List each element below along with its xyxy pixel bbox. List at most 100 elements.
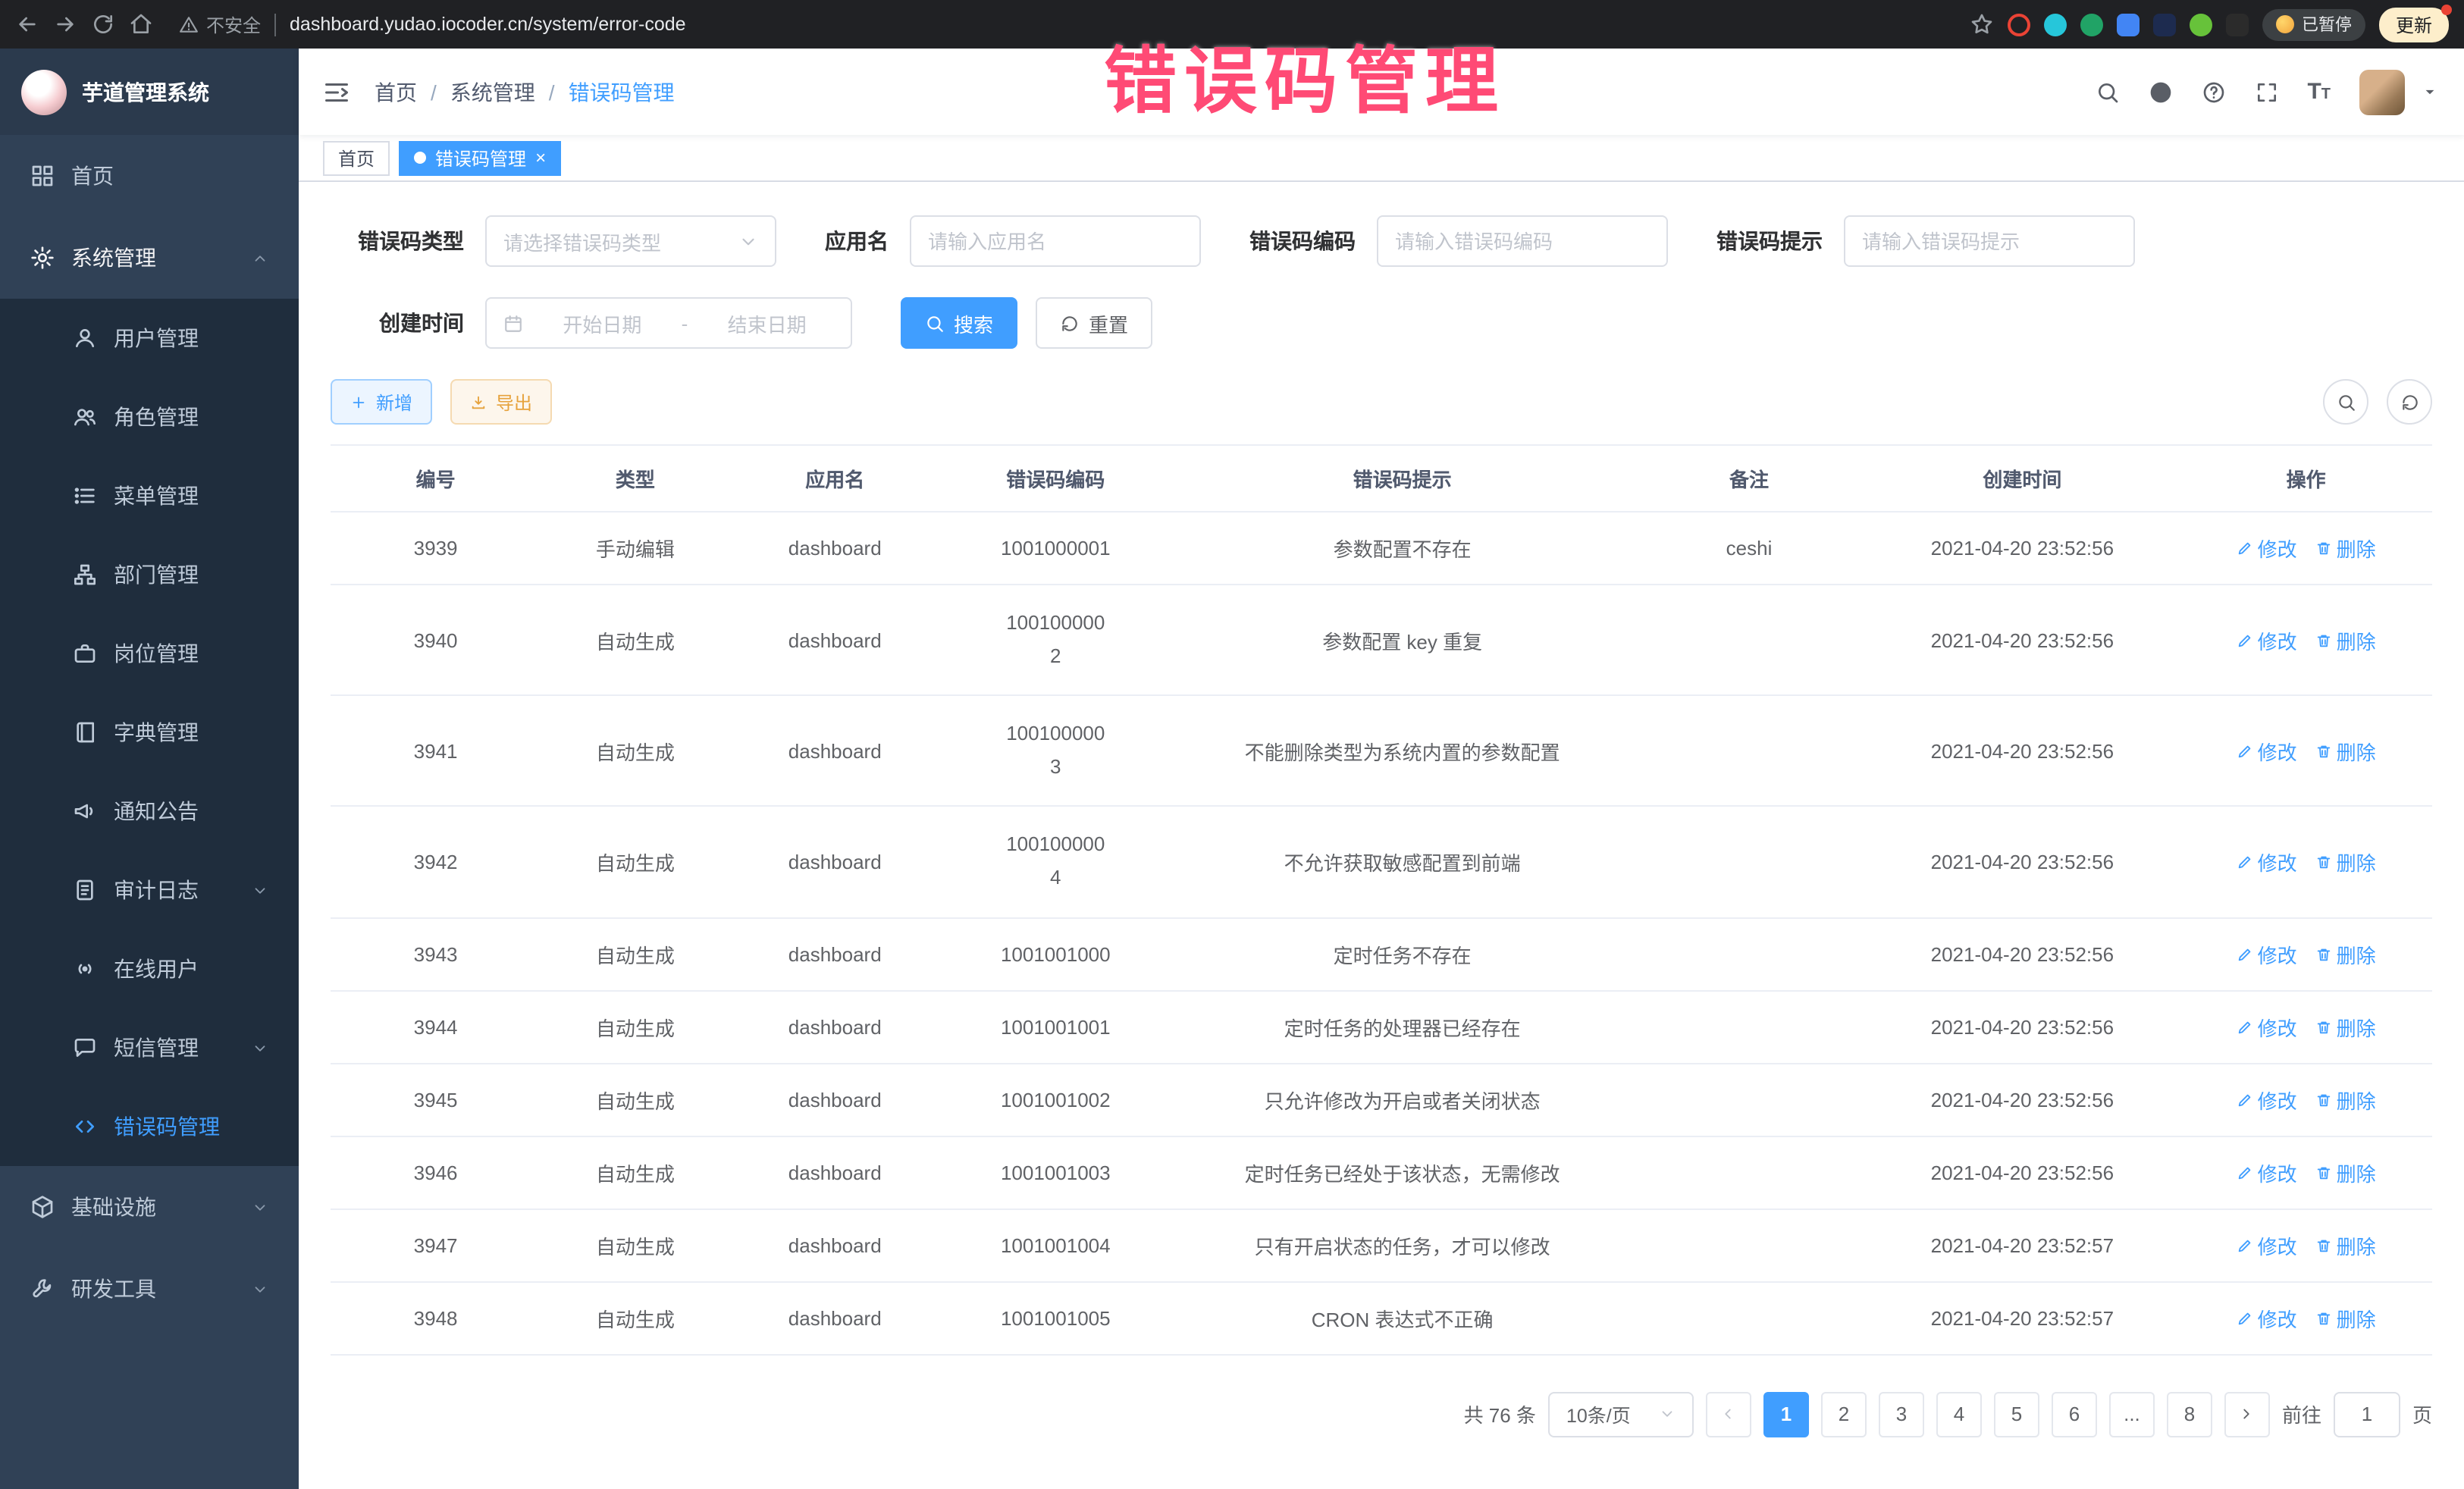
browser-forward-icon[interactable] bbox=[53, 12, 77, 36]
table-row: 3947 自动生成 dashboard 1001001004 只有开启状态的任务… bbox=[331, 1208, 2432, 1281]
refresh-table-button[interactable] bbox=[2387, 379, 2432, 425]
browser-update-button[interactable]: 更新 bbox=[2379, 7, 2449, 42]
start-date-input[interactable]: 开始日期 bbox=[535, 309, 669, 337]
app-logo[interactable]: 芋道管理系统 bbox=[0, 49, 299, 135]
app-name-input[interactable] bbox=[910, 215, 1201, 267]
bookmark-star-icon[interactable] bbox=[1970, 12, 1994, 36]
breadcrumb-home[interactable]: 首页 bbox=[375, 77, 417, 107]
system-submenu: 用户管理 角色管理 菜单管理 部门管理 bbox=[0, 299, 299, 1166]
sidebar-item-notice[interactable]: 通知公告 bbox=[0, 772, 299, 851]
sidebar-item-users[interactable]: 用户管理 bbox=[0, 299, 299, 378]
avatar[interactable] bbox=[2359, 69, 2405, 114]
end-date-input[interactable]: 结束日期 bbox=[700, 309, 834, 337]
sidebar-item-dictionary[interactable]: 字典管理 bbox=[0, 693, 299, 772]
page-button-1[interactable]: 1 bbox=[1763, 1391, 1809, 1437]
chat-icon bbox=[73, 1036, 97, 1060]
extension-icon[interactable] bbox=[2226, 13, 2249, 36]
export-button[interactable]: 导出 bbox=[450, 379, 552, 425]
trash-icon bbox=[2315, 945, 2332, 962]
add-button[interactable]: 新增 bbox=[331, 379, 432, 425]
date-range-picker[interactable]: 开始日期 - 结束日期 bbox=[485, 297, 852, 349]
delete-button[interactable]: 删除 bbox=[2315, 1158, 2376, 1186]
edit-button[interactable]: 修改 bbox=[2237, 625, 2297, 654]
sidebar-item-online-users[interactable]: 在线用户 bbox=[0, 929, 299, 1008]
page-button-5[interactable]: 5 bbox=[1994, 1391, 2039, 1437]
page-size-select[interactable]: 10条/页 bbox=[1548, 1391, 1694, 1437]
font-size-icon[interactable]: TT bbox=[2307, 80, 2331, 103]
edit-button[interactable]: 修改 bbox=[2237, 534, 2297, 563]
delete-button[interactable]: 删除 bbox=[2315, 1303, 2376, 1332]
edit-button[interactable]: 修改 bbox=[2237, 1012, 2297, 1041]
page-button-4[interactable]: 4 bbox=[1936, 1391, 1982, 1437]
edit-button[interactable]: 修改 bbox=[2237, 1230, 2297, 1259]
delete-button[interactable]: 删除 bbox=[2315, 737, 2376, 766]
table-row: 3941 自动生成 dashboard 1001000003 不能删除类型为系统… bbox=[331, 695, 2432, 806]
sidebar-item-error-code[interactable]: 错误码管理 bbox=[0, 1087, 299, 1166]
sidebar-item-menus[interactable]: 菜单管理 bbox=[0, 456, 299, 535]
close-icon[interactable]: × bbox=[535, 149, 546, 167]
edit-button[interactable]: 修改 bbox=[2237, 848, 2297, 876]
sidebar-item-audit-log[interactable]: 审计日志 bbox=[0, 851, 299, 929]
extension-icon[interactable] bbox=[2080, 13, 2103, 36]
sidebar-item-sms[interactable]: 短信管理 bbox=[0, 1008, 299, 1087]
delete-button[interactable]: 删除 bbox=[2315, 1085, 2376, 1114]
goto-page-input[interactable] bbox=[2334, 1391, 2400, 1437]
delete-button[interactable]: 删除 bbox=[2315, 939, 2376, 968]
extension-icon[interactable] bbox=[2044, 13, 2067, 36]
calendar-icon bbox=[503, 313, 523, 333]
address-bar[interactable]: dashboard.yudao.iocoder.cn/system/error-… bbox=[290, 14, 1956, 35]
page-button-2[interactable]: 2 bbox=[1821, 1391, 1867, 1437]
sidebar-item-dev-tools[interactable]: 研发工具 bbox=[0, 1248, 299, 1330]
extension-icon[interactable] bbox=[2117, 13, 2140, 36]
delete-button[interactable]: 删除 bbox=[2315, 1230, 2376, 1259]
extension-icon[interactable] bbox=[2190, 13, 2212, 36]
error-type-select[interactable]: 请选择错误码类型 bbox=[485, 215, 776, 267]
delete-button[interactable]: 删除 bbox=[2315, 534, 2376, 563]
sidebar-item-system[interactable]: 系统管理 bbox=[0, 217, 299, 299]
sidebar-collapse-icon[interactable] bbox=[323, 78, 350, 105]
browser-home-icon[interactable] bbox=[129, 12, 153, 36]
prev-page-button[interactable] bbox=[1706, 1391, 1751, 1437]
page-button-6[interactable]: 6 bbox=[2052, 1391, 2097, 1437]
sidebar-item-infrastructure[interactable]: 基础设施 bbox=[0, 1166, 299, 1248]
error-code-input[interactable] bbox=[1377, 215, 1668, 267]
github-icon[interactable] bbox=[2148, 80, 2172, 104]
avatar-caret-down-icon[interactable] bbox=[2420, 82, 2440, 102]
security-indicator[interactable]: 不安全 bbox=[179, 11, 261, 37]
page-button-3[interactable]: 3 bbox=[1879, 1391, 1924, 1437]
extension-icon[interactable] bbox=[2008, 13, 2030, 36]
browser-reload-icon[interactable] bbox=[91, 12, 115, 36]
delete-button[interactable]: 删除 bbox=[2315, 625, 2376, 654]
sidebar-item-home[interactable]: 首页 bbox=[0, 135, 299, 217]
delete-button[interactable]: 删除 bbox=[2315, 848, 2376, 876]
page-button-8[interactable]: 8 bbox=[2167, 1391, 2212, 1437]
extension-icon[interactable] bbox=[2153, 13, 2176, 36]
sidebar-item-posts[interactable]: 岗位管理 bbox=[0, 614, 299, 693]
breadcrumb-system[interactable]: 系统管理 bbox=[450, 77, 535, 107]
error-msg-input[interactable] bbox=[1844, 215, 2135, 267]
fullscreen-icon[interactable] bbox=[2254, 80, 2278, 104]
sidebar-item-roles[interactable]: 角色管理 bbox=[0, 378, 299, 456]
edit-button[interactable]: 修改 bbox=[2237, 1158, 2297, 1186]
search-icon[interactable] bbox=[2095, 80, 2119, 104]
sidebar-nav: 首页 系统管理 用户管理 角色管理 bbox=[0, 135, 299, 1330]
edit-icon bbox=[2237, 854, 2253, 870]
next-page-button[interactable] bbox=[2224, 1391, 2270, 1437]
paused-badge[interactable]: 已暂停 bbox=[2262, 8, 2365, 40]
toggle-search-button[interactable] bbox=[2323, 379, 2368, 425]
search-button[interactable]: 搜索 bbox=[901, 297, 1017, 349]
edit-button[interactable]: 修改 bbox=[2237, 1085, 2297, 1114]
tab-home[interactable]: 首页 bbox=[323, 140, 390, 175]
more-pages-button[interactable]: ... bbox=[2109, 1391, 2155, 1437]
tab-error-code[interactable]: 错误码管理 × bbox=[399, 140, 561, 175]
reset-button[interactable]: 重置 bbox=[1036, 297, 1152, 349]
edit-button[interactable]: 修改 bbox=[2237, 939, 2297, 968]
edit-button[interactable]: 修改 bbox=[2237, 1303, 2297, 1332]
edit-button[interactable]: 修改 bbox=[2237, 737, 2297, 766]
delete-button[interactable]: 删除 bbox=[2315, 1012, 2376, 1041]
browser-back-icon[interactable] bbox=[15, 12, 39, 36]
chevron-up-icon bbox=[252, 249, 268, 266]
sidebar-item-departments[interactable]: 部门管理 bbox=[0, 535, 299, 614]
help-icon[interactable] bbox=[2201, 80, 2225, 104]
col-app: 应用名 bbox=[730, 445, 940, 512]
